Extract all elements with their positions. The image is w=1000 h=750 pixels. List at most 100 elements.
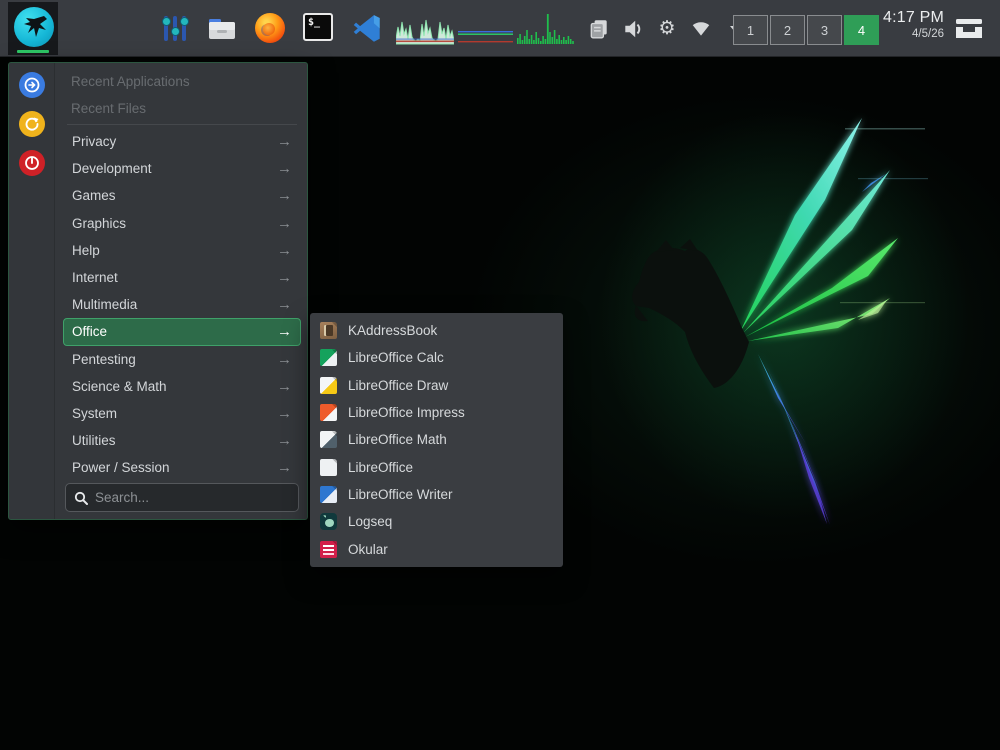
app-item-libreoffice-draw[interactable]: LibreOffice Draw [310,372,563,399]
app-item-kaddressbook[interactable]: KAddressBook [310,317,563,344]
app-label: LibreOffice Calc [348,350,444,365]
submenu-arrow-icon: → [277,432,292,449]
category-power-session[interactable]: Power / Session→ [63,454,301,481]
submenu-arrow-icon: → [277,378,292,395]
app-label: LibreOffice Writer [348,487,453,502]
submenu-arrow-icon: → [277,269,292,286]
submenu-arrow-icon: → [277,405,292,422]
category-label: Utilities [72,433,277,448]
shutdown-button[interactable] [19,150,45,176]
app-item-logseq[interactable]: Logseq [310,508,563,535]
recent-applications-item[interactable]: Recent Applications [63,68,301,95]
app-label: LibreOffice Draw [348,378,448,393]
search-icon [74,491,88,505]
app-item-libreoffice[interactable]: LibreOffice [310,453,563,480]
office-submenu: KAddressBook LibreOffice Calc LibreOffice … [310,313,563,567]
submenu-arrow-icon: → [277,187,292,204]
settings-sliders-icon[interactable] [160,14,190,44]
category-label: Graphics [72,216,277,231]
app-item-okular[interactable]: Okular [310,535,563,562]
submenu-arrow-icon: → [277,459,292,476]
search-row [63,483,301,512]
file-manager-icon[interactable] [207,14,237,44]
terminal-icon[interactable]: $_ [303,13,333,41]
app-item-libreoffice-math[interactable]: LibreOffice Math [310,426,563,453]
clock[interactable]: 4:17 PM 4/5/26 [882,9,944,40]
recent-files-item[interactable]: Recent Files [63,95,301,122]
category-label: Privacy [72,134,277,149]
app-item-libreoffice-impress[interactable]: LibreOffice Impress [310,399,563,426]
submenu-arrow-icon: → [277,133,292,150]
parrot-artwork [590,70,990,570]
app-label: LibreOffice [348,460,413,475]
category-office[interactable]: Office→ [63,318,301,345]
workspace-3[interactable]: 3 [807,15,842,45]
menu-content: Recent Applications Recent Files Privacy… [55,63,307,519]
desktop: $_ [0,0,1000,750]
print-queue-icon[interactable] [588,18,610,40]
search-input[interactable] [95,490,290,505]
submenu-arrow-icon: → [277,215,292,232]
category-label: Internet [72,270,277,285]
network-spikes-graph [517,12,575,48]
settings-gear-icon[interactable]: ⚙ [656,18,678,40]
show-desktop-icon[interactable] [955,17,983,40]
category-label: Science & Math [72,379,277,394]
category-label: Office [72,324,277,339]
app-label: Logseq [348,514,392,529]
app-label: LibreOffice Impress [348,405,465,420]
applications-menu-button[interactable] [8,2,58,55]
app-label: Okular [348,542,388,557]
app-item-libreoffice-writer[interactable]: LibreOffice Writer [310,481,563,508]
category-list: Privacy→Development→Games→Graphics→Help→… [63,128,301,481]
category-science-math[interactable]: Science & Math→ [63,373,301,400]
category-development[interactable]: Development→ [63,155,301,182]
category-label: System [72,406,277,421]
menu-divider [67,124,297,125]
category-help[interactable]: Help→ [63,237,301,264]
category-label: Development [72,161,277,176]
launcher-active-indicator [17,50,49,53]
logout-button[interactable] [19,72,45,98]
applications-menu: Recent Applications Recent Files Privacy… [8,62,308,520]
memory-lines-graph [458,12,513,48]
system-monitor-graphs[interactable] [396,12,575,48]
category-games[interactable]: Games→ [63,182,301,209]
app-label: LibreOffice Math [348,432,447,447]
okular-icon [320,541,337,558]
clock-time: 4:17 PM [882,9,944,27]
lo-math-icon [320,431,337,448]
category-label: Power / Session [72,460,277,475]
submenu-arrow-icon: → [277,242,292,259]
lo-calc-icon [320,349,337,366]
lo-main-icon [320,459,337,476]
app-item-libreoffice-calc[interactable]: LibreOffice Calc [310,344,563,371]
category-label: Pentesting [72,352,277,367]
session-buttons-column [9,63,55,519]
logseq-icon [320,513,337,530]
submenu-arrow-icon: → [277,351,292,368]
category-system[interactable]: System→ [63,400,301,427]
wifi-icon[interactable] [690,18,712,40]
category-pentesting[interactable]: Pentesting→ [63,346,301,373]
category-label: Games [72,188,277,203]
submenu-arrow-icon: → [277,160,292,177]
category-utilities[interactable]: Utilities→ [63,427,301,454]
category-graphics[interactable]: Graphics→ [63,210,301,237]
vscode-icon[interactable] [352,14,382,44]
search-box[interactable] [65,483,299,512]
volume-icon[interactable] [622,18,644,40]
parrot-logo-bird-icon [14,7,54,47]
restart-button[interactable] [19,111,45,137]
workspace-1[interactable]: 1 [733,15,768,45]
lo-impress-icon [320,404,337,421]
category-multimedia[interactable]: Multimedia→ [63,291,301,318]
terminal-prompt-glyph: $_ [308,17,320,28]
firefox-icon[interactable] [255,13,285,43]
workspace-2[interactable]: 2 [770,15,805,45]
workspace-4[interactable]: 4 [844,15,879,45]
top-panel: $_ [0,0,1000,57]
category-internet[interactable]: Internet→ [63,264,301,291]
kaddressbook-icon [320,322,337,339]
category-privacy[interactable]: Privacy→ [63,128,301,155]
